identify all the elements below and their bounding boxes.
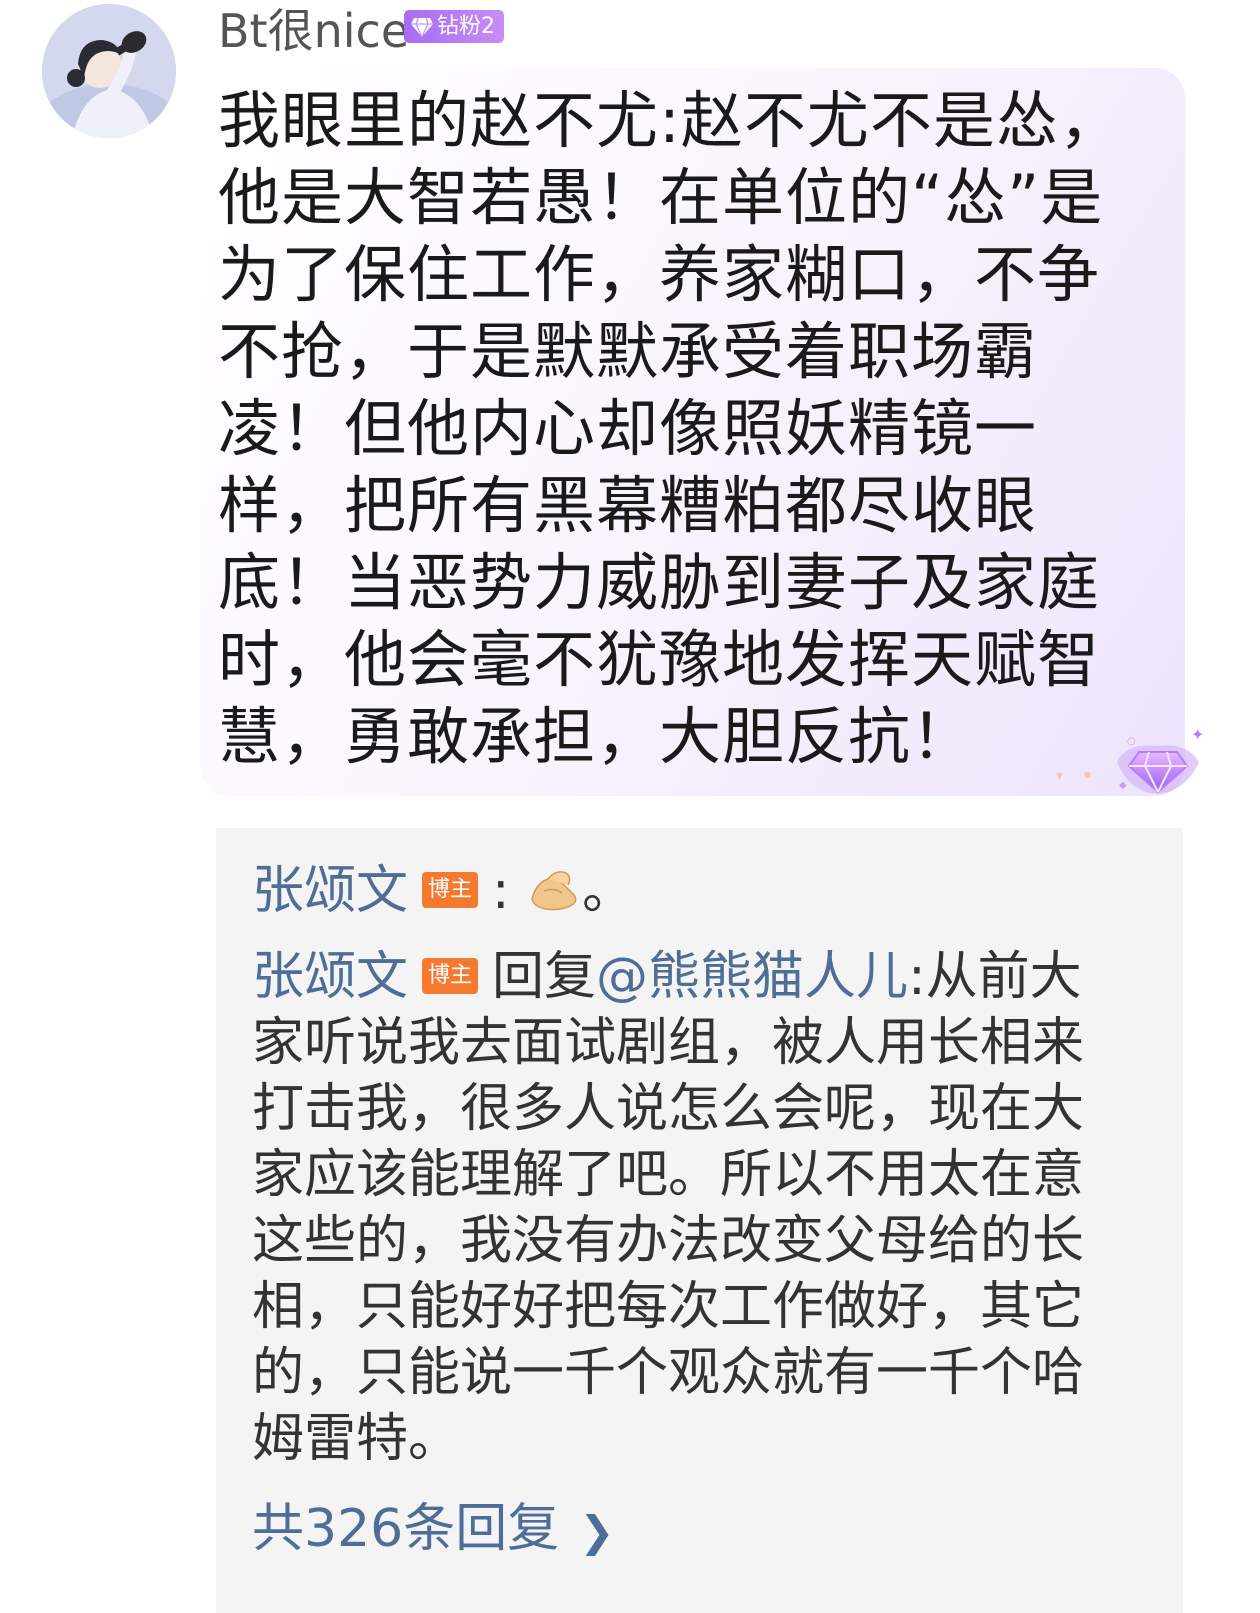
sparkle-decoration: ▾ (1056, 768, 1064, 784)
reply-author[interactable]: 张颂文 (252, 947, 408, 1007)
host-badge: 博主 (422, 872, 479, 908)
reply-text: :从前大家听说我去面试剧组，被人用长相来打击我，很多人说怎么会呢，现在大家应该能… (252, 947, 1085, 1469)
view-all-replies-label: 共326条回复 (252, 1499, 560, 1559)
comment-text[interactable]: 我眼里的赵不尤:赵不尤不是怂，他是大智若愚！在单位的“怂”是为了保住工作，养家糊… (218, 82, 1138, 775)
diamond-bubble-decoration-icon: ✦ ○ ◆ (1105, 722, 1210, 802)
avatar-image (42, 4, 176, 138)
reply-author[interactable]: 张颂文 (252, 861, 408, 921)
svg-text:✦: ✦ (1191, 725, 1204, 744)
svg-text:◆: ◆ (1119, 780, 1127, 791)
sparkle-decoration: ● (1084, 770, 1091, 779)
reply-prefix: 回复 (492, 947, 597, 1007)
pinched-fingers-emoji-icon (531, 871, 577, 911)
reply-separator: : (492, 861, 510, 921)
username[interactable]: Bt很nice (218, 6, 409, 56)
diamond-icon (411, 17, 433, 37)
reply-item[interactable]: 张颂文 博主 回复@熊熊猫人儿:从前大家听说我去面试剧组，被人用长相来打击我，很多人… (252, 944, 1092, 1472)
reply-item[interactable]: 张颂文 博主: 。 (252, 858, 1092, 924)
fan-level-badge[interactable]: 钻粉2 (404, 10, 504, 43)
comment-thread: Bt很nice 钻粉2 我眼里的赵不尤:赵不尤不是怂，他是大智若愚！在单位的“怂… (0, 0, 1260, 1613)
host-badge: 博主 (422, 958, 479, 994)
user-avatar[interactable] (42, 4, 176, 138)
fan-badge-label: 钻粉2 (437, 14, 495, 39)
view-all-replies-link[interactable]: 共326条回复 ❯ (252, 1496, 614, 1565)
reply-text: 。 (582, 861, 635, 921)
chevron-right-icon: ❯ (579, 1507, 615, 1556)
mention-link[interactable]: @熊熊猫人儿 (596, 947, 908, 1007)
svg-text:○: ○ (1127, 736, 1136, 747)
